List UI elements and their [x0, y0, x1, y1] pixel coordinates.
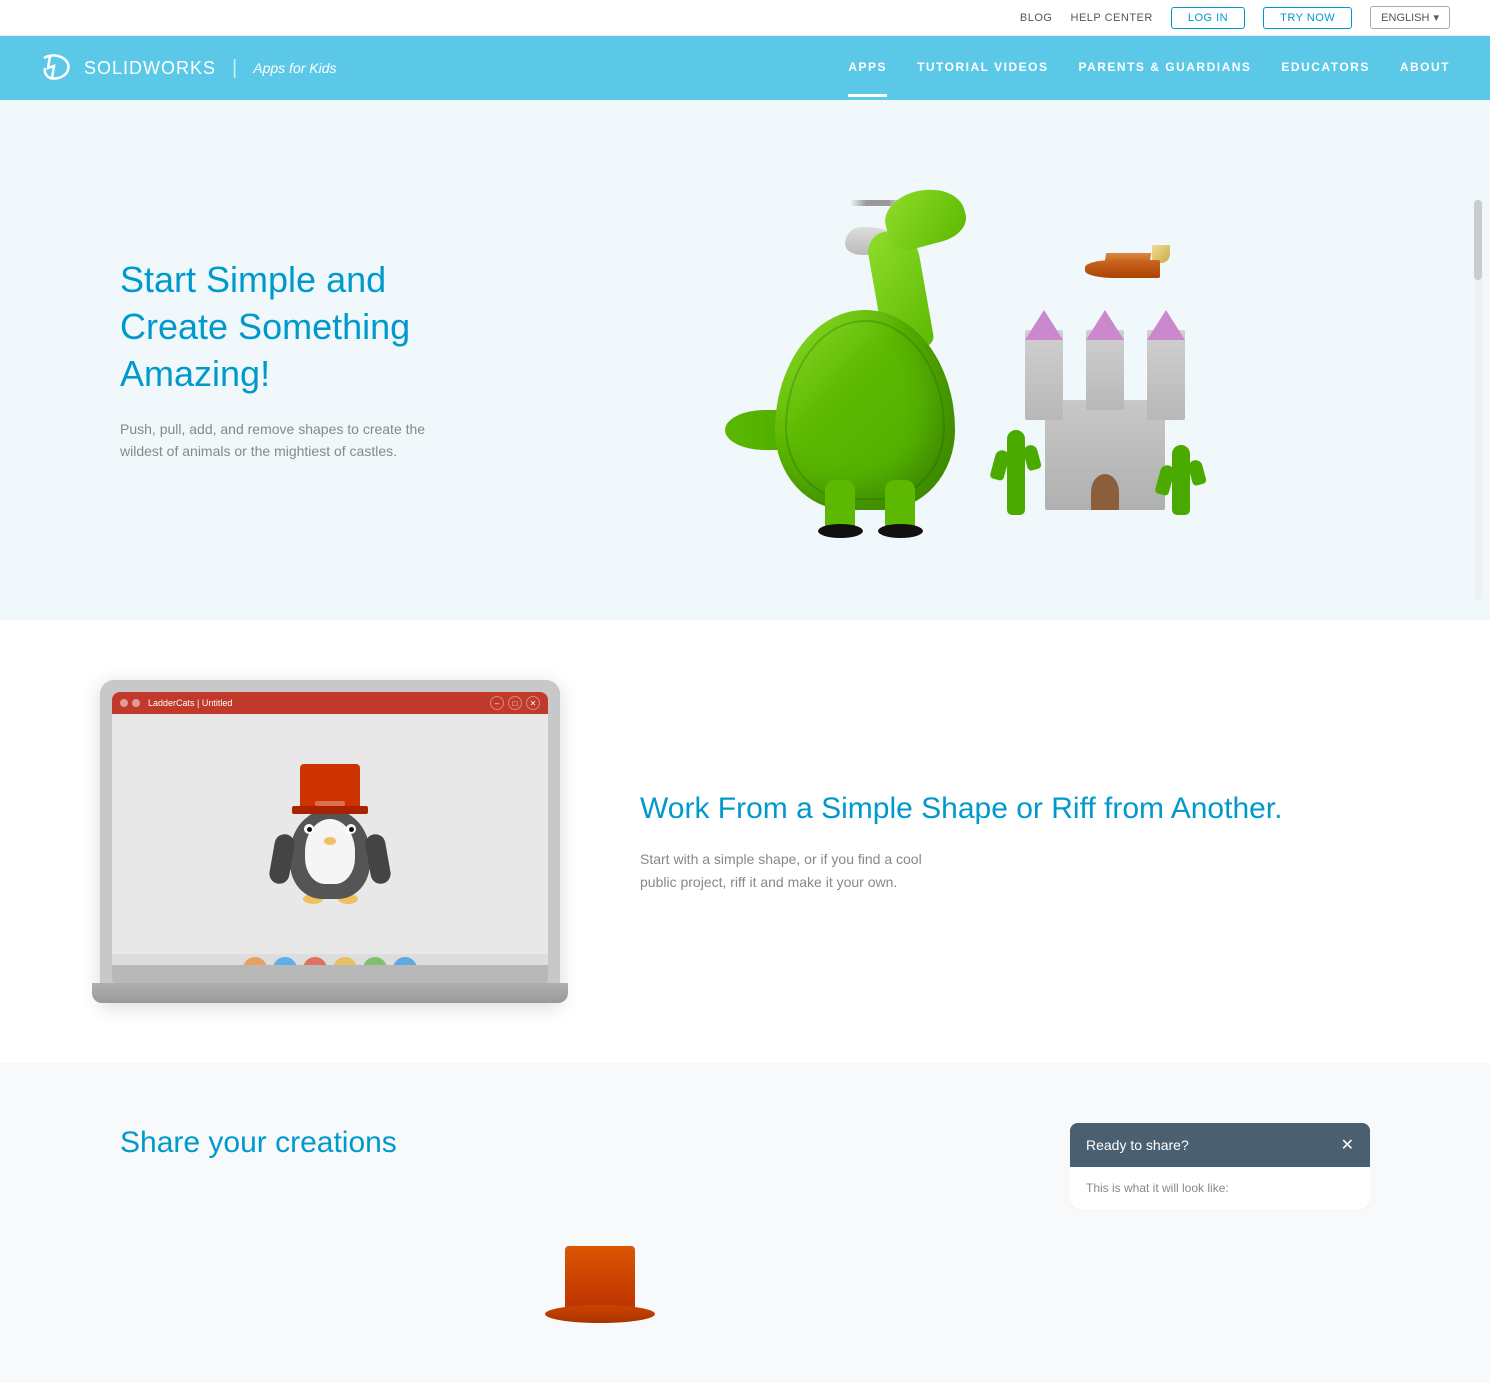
toolbar-icon-6[interactable] [393, 957, 417, 965]
tower-top-left [1025, 310, 1063, 340]
laptop-illustration: LadderCats | Untitled – □ ✕ [100, 680, 580, 1003]
share-popup-body: This is what it will look like: [1070, 1167, 1370, 1209]
logo-text: SOLIDWORKS [84, 58, 216, 79]
laptop-bottom [92, 983, 568, 1003]
laptop-screen: LadderCats | Untitled – □ ✕ [112, 692, 548, 965]
toolbar-icon-1[interactable] [243, 957, 267, 965]
plane-illustration [1085, 250, 1175, 290]
penguin-body [290, 809, 370, 899]
plane-body [1085, 260, 1160, 278]
3d-scene [675, 190, 1195, 530]
laptop-device: LadderCats | Untitled – □ ✕ [100, 680, 560, 1003]
hero-title: Start Simple and Create Something Amazin… [120, 257, 500, 397]
blog-link[interactable]: BLOG [1020, 12, 1053, 24]
share-preview-text: This is what it will look like: [1086, 1181, 1229, 1195]
language-selector[interactable]: ENGLISH ▾ [1370, 6, 1450, 29]
castle-tower-center [1086, 330, 1124, 410]
nav-link-parents[interactable]: PARENTS & GUARDIANS [1078, 40, 1251, 97]
section3-image: Ready to share? ✕ This is what it will l… [500, 1123, 1370, 1323]
hat-brim [545, 1305, 655, 1323]
dinosaur-illustration [755, 230, 995, 510]
section3: Share your creations Ready to share? ✕ T… [0, 1063, 1490, 1383]
toolbar-icon-4[interactable] [333, 957, 357, 965]
laptop-toolbar [112, 954, 548, 965]
penguin-wing-left [268, 833, 296, 886]
cactus-2 [1007, 430, 1025, 515]
dino-leg-front [825, 480, 855, 530]
logo-solid: SOLID [84, 58, 143, 78]
top-bar: BLOG HELP CENTER LOG IN TRY NOW ENGLISH … [0, 0, 1490, 36]
nav-link-tutorial[interactable]: TUTORIAL VIDEOS [917, 40, 1048, 97]
logo: SOLIDWORKS | Apps for Kids [40, 50, 337, 86]
titlebar-dot-1 [120, 699, 128, 707]
nav-link-apps[interactable]: APPS [848, 40, 887, 97]
castle-tower-right [1147, 330, 1185, 420]
toolbar-icon-3[interactable] [303, 957, 327, 965]
main-nav: SOLIDWORKS | Apps for Kids APPS TUTORIAL… [0, 36, 1490, 100]
tower-top-right [1147, 310, 1185, 340]
toolbar-icon-5[interactable] [363, 957, 387, 965]
tower-top-center [1086, 310, 1124, 340]
ds-logo-icon [40, 50, 76, 86]
laptop-base [112, 965, 548, 983]
login-button[interactable]: LOG IN [1171, 7, 1245, 29]
dino-leg-back [885, 480, 915, 530]
penguin-wing-right [364, 833, 392, 886]
hat-3d-object [560, 1243, 640, 1323]
nav-link-about[interactable]: ABOUT [1400, 40, 1450, 97]
logo-works: WORKS [143, 58, 216, 78]
section2-title: Work From a Simple Shape or Riff from An… [640, 789, 1390, 828]
share-close-button[interactable]: ✕ [1341, 1135, 1354, 1155]
section2-text: Work From a Simple Shape or Riff from An… [640, 789, 1390, 893]
laptop-titlebar: LadderCats | Untitled – □ ✕ [112, 692, 548, 714]
nav-link-educators[interactable]: EDUCATORS [1281, 40, 1369, 97]
dino-head [879, 181, 971, 255]
trynow-button[interactable]: TRY NOW [1263, 7, 1352, 29]
section2-description: Start with a simple shape, or if you fin… [640, 848, 960, 893]
logo-divider: | [232, 57, 237, 80]
cactus-1 [1172, 445, 1190, 515]
share-popup-header: Ready to share? ✕ [1070, 1123, 1370, 1167]
logo-subtitle: Apps for Kids [253, 60, 336, 76]
nav-links: APPS TUTORIAL VIDEOS PARENTS & GUARDIANS… [848, 40, 1450, 97]
hero-image [500, 160, 1370, 560]
penguin-eye-right [346, 824, 356, 834]
toolbar-icon-2[interactable] [273, 957, 297, 965]
hero-description: Push, pull, add, and remove shapes to cr… [120, 418, 440, 463]
castle-door [1091, 474, 1119, 510]
titlebar-close[interactable]: ✕ [526, 696, 540, 710]
penguin-illustration [275, 764, 385, 904]
hat-crown [565, 1246, 635, 1311]
titlebar-app-name: LadderCats | Untitled [148, 698, 232, 708]
dino-foot-back [878, 524, 923, 538]
castle-tower-left [1025, 330, 1063, 420]
lang-arrow-icon: ▾ [1433, 11, 1439, 24]
scrollbar[interactable] [1474, 200, 1482, 600]
language-label: ENGLISH [1381, 12, 1429, 24]
titlebar-minimize[interactable]: – [490, 696, 504, 710]
penguin-eye-left [304, 824, 314, 834]
section2: LadderCats | Untitled – □ ✕ [0, 620, 1490, 1063]
share-popup-title: Ready to share? [1086, 1137, 1189, 1153]
help-link[interactable]: HELP CENTER [1071, 12, 1153, 24]
section3-text: Share your creations [120, 1123, 440, 1162]
share-popup: Ready to share? ✕ This is what it will l… [1070, 1123, 1370, 1209]
hero-section: Start Simple and Create Something Amazin… [0, 100, 1490, 620]
penguin-beak [324, 837, 336, 845]
hero-text: Start Simple and Create Something Amazin… [120, 257, 500, 462]
penguin-hat [300, 764, 360, 814]
dino-foot-front [818, 524, 863, 538]
titlebar-maximize[interactable]: □ [508, 696, 522, 710]
titlebar-actions: – □ ✕ [490, 696, 540, 710]
titlebar-dot-2 [132, 699, 140, 707]
section3-title: Share your creations [120, 1123, 440, 1162]
scroll-thumb[interactable] [1474, 200, 1482, 280]
laptop-canvas [112, 714, 548, 954]
